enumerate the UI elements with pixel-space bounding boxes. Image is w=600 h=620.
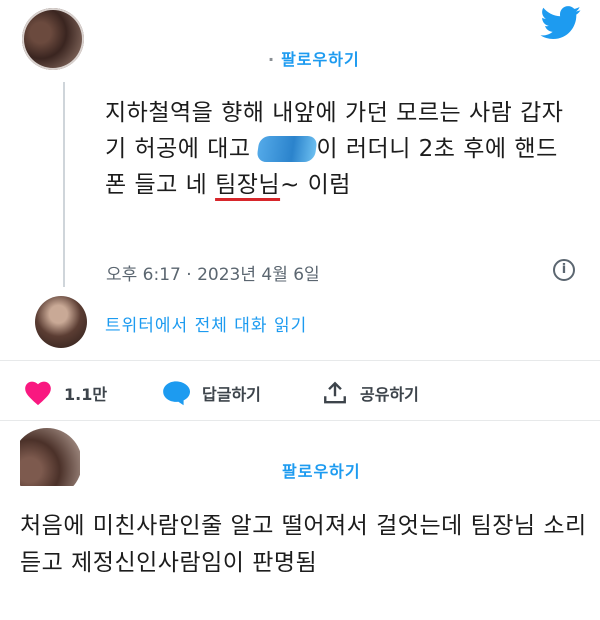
tweet-text: 지하철역을 향해 내앞에 가던 모르는 사람 갑자기 허공에 대고 이 러더니 … — [105, 100, 564, 198]
reply-follow-button[interactable]: 팔로우하기 — [282, 458, 361, 482]
reply-text: 처음에 미친사람인줄 알고 떨어져서 걸엇는데 팀장님 소리 듣고 제정신인사람… — [20, 513, 587, 576]
reply-icon — [163, 381, 190, 406]
censor-scribble — [256, 136, 319, 162]
action-bar: 1.1만 답글하기 공유하기 — [0, 366, 600, 418]
follow-button[interactable]: 팔로우하기 — [268, 46, 360, 70]
heart-icon — [25, 381, 51, 406]
like-count: 1.1만 — [64, 385, 108, 404]
author-avatar[interactable] — [22, 8, 84, 70]
reply-label: 답글하기 — [202, 385, 261, 404]
divider — [0, 360, 600, 361]
divider — [0, 420, 600, 421]
thread-line — [63, 82, 65, 287]
share-icon — [324, 381, 346, 404]
read-thread-link[interactable]: 트위터에서 전체 대화 읽기 — [105, 311, 307, 336]
like-button[interactable]: 1.1만 — [24, 380, 107, 406]
share-label: 공유하기 — [360, 385, 419, 404]
twitter-bird-icon — [540, 6, 581, 39]
highlighted-word: 팀장님 — [215, 172, 281, 198]
thread-avatar[interactable] — [35, 296, 87, 348]
share-button[interactable]: 공유하기 — [322, 380, 419, 406]
info-icon[interactable]: i — [553, 259, 575, 281]
tweet-timestamp[interactable]: 오후 6:17 · 2023년 4월 6일 — [106, 260, 320, 285]
reply-author-avatar[interactable] — [20, 428, 80, 486]
reply-button[interactable]: 답글하기 — [162, 380, 261, 406]
